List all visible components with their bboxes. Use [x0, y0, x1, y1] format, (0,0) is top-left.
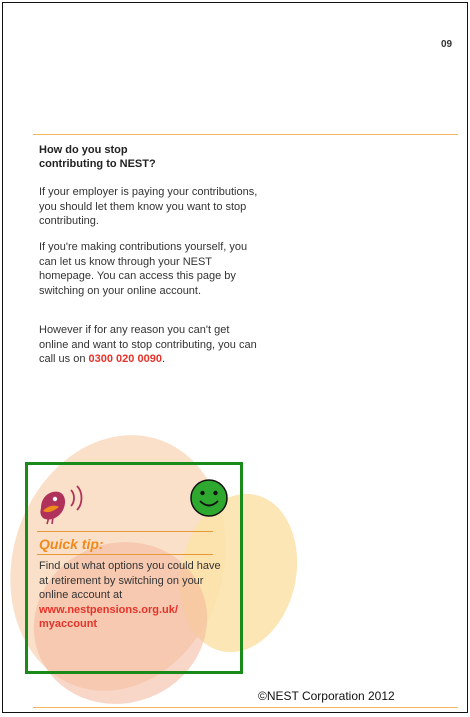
smiley-face-icon — [190, 479, 228, 517]
quick-tip-body: Find out what options you could have at … — [39, 560, 221, 601]
heading-line-1: How do you stop — [39, 144, 128, 156]
paragraph-employer: If your employer is paying your contribu… — [39, 186, 258, 227]
document-page: 09 How do you stop contributing to NEST?… — [2, 2, 468, 713]
tip-title-rule — [37, 554, 213, 555]
paragraph-self-contributions: If you're making contributions yourself,… — [39, 241, 248, 297]
quick-tip-title: Quick tip: — [39, 536, 104, 552]
copyright-notice: ©NEST Corporation 2012 — [258, 689, 395, 703]
quick-tip-text: Find out what options you could have at … — [39, 559, 229, 632]
tip-top-rule — [37, 531, 213, 532]
section-divider — [33, 134, 458, 135]
paragraph-call-us-end: . — [161, 353, 166, 365]
phone-number-link[interactable]: 0300 020 0090 — [89, 353, 162, 365]
myaccount-link-line-1[interactable]: www.nestpensions.org.uk/ — [39, 604, 178, 616]
page-number: 09 — [441, 39, 453, 50]
nest-bird-logo-icon — [40, 485, 83, 525]
heading-line-2: contributing to NEST? — [39, 158, 156, 170]
myaccount-link-line-2[interactable]: myaccount — [39, 618, 97, 630]
paragraph-call-us: However if for any reason you can't get … — [39, 323, 259, 367]
section-heading: How do you stop contributing to NEST? — [39, 143, 259, 171]
footer-divider — [33, 707, 458, 708]
